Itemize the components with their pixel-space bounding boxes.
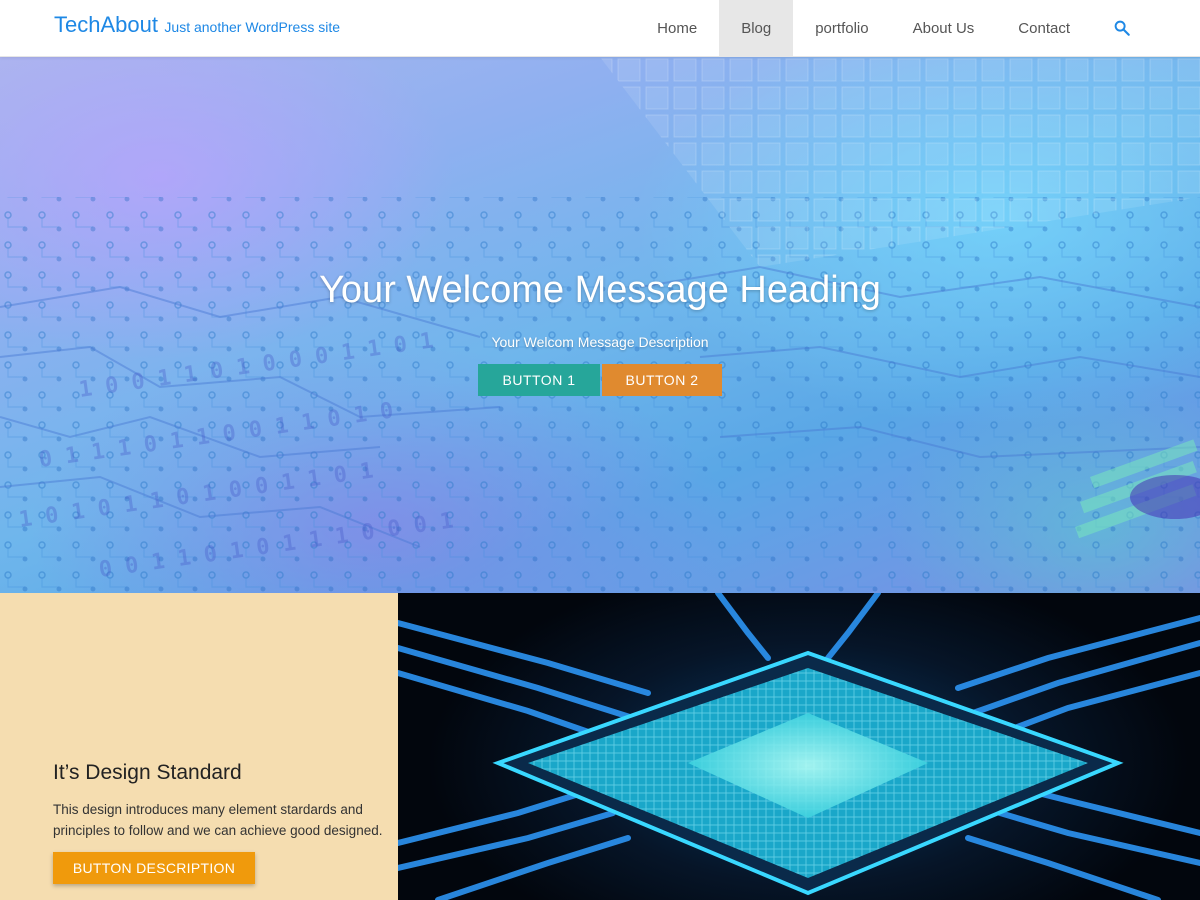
nav-item-home[interactable]: Home xyxy=(635,0,719,56)
button-1[interactable]: BUTTON 1 xyxy=(478,364,600,396)
search-icon xyxy=(1114,20,1130,36)
processor-chip-illustration xyxy=(398,593,1200,900)
hero-content: Your Welcome Message Heading Your Welcom… xyxy=(0,269,1200,396)
search-button[interactable] xyxy=(1092,0,1152,56)
site-header: TechAbout Just another WordPress site Ho… xyxy=(0,0,1200,57)
feature-title: It’s Design Standard xyxy=(53,761,242,784)
feature-description-button[interactable]: BUTTON DESCRIPTION xyxy=(53,852,255,884)
nav-item-blog[interactable]: Blog xyxy=(719,0,794,56)
hero-buttons: BUTTON 1 BUTTON 2 xyxy=(0,364,1200,396)
hero-description: Your Welcom Message Description xyxy=(491,334,709,350)
site-tagline: Just another WordPress site xyxy=(164,19,341,35)
hero-heading: Your Welcome Message Heading xyxy=(319,269,881,311)
nav-item-contact[interactable]: Contact xyxy=(996,0,1092,56)
site-title-link[interactable]: TechAbout xyxy=(54,12,158,37)
site-branding: TechAbout Just another WordPress site xyxy=(54,12,340,38)
nav-item-portfolio[interactable]: portfolio xyxy=(793,0,890,56)
main-nav: Home Blog portfolio About Us Contact xyxy=(635,0,1200,56)
feature-description: This design introduces many element star… xyxy=(53,802,383,838)
button-2[interactable]: BUTTON 2 xyxy=(602,364,722,396)
nav-item-about-us[interactable]: About Us xyxy=(891,0,997,56)
chip-image xyxy=(398,593,1200,900)
feature-panel: It’s Design Standard This design introdu… xyxy=(0,593,398,900)
hero-section: 1 0 0 1 1 0 1 0 0 0 1 1 0 1 0 1 1 1 0 1 … xyxy=(0,57,1200,593)
